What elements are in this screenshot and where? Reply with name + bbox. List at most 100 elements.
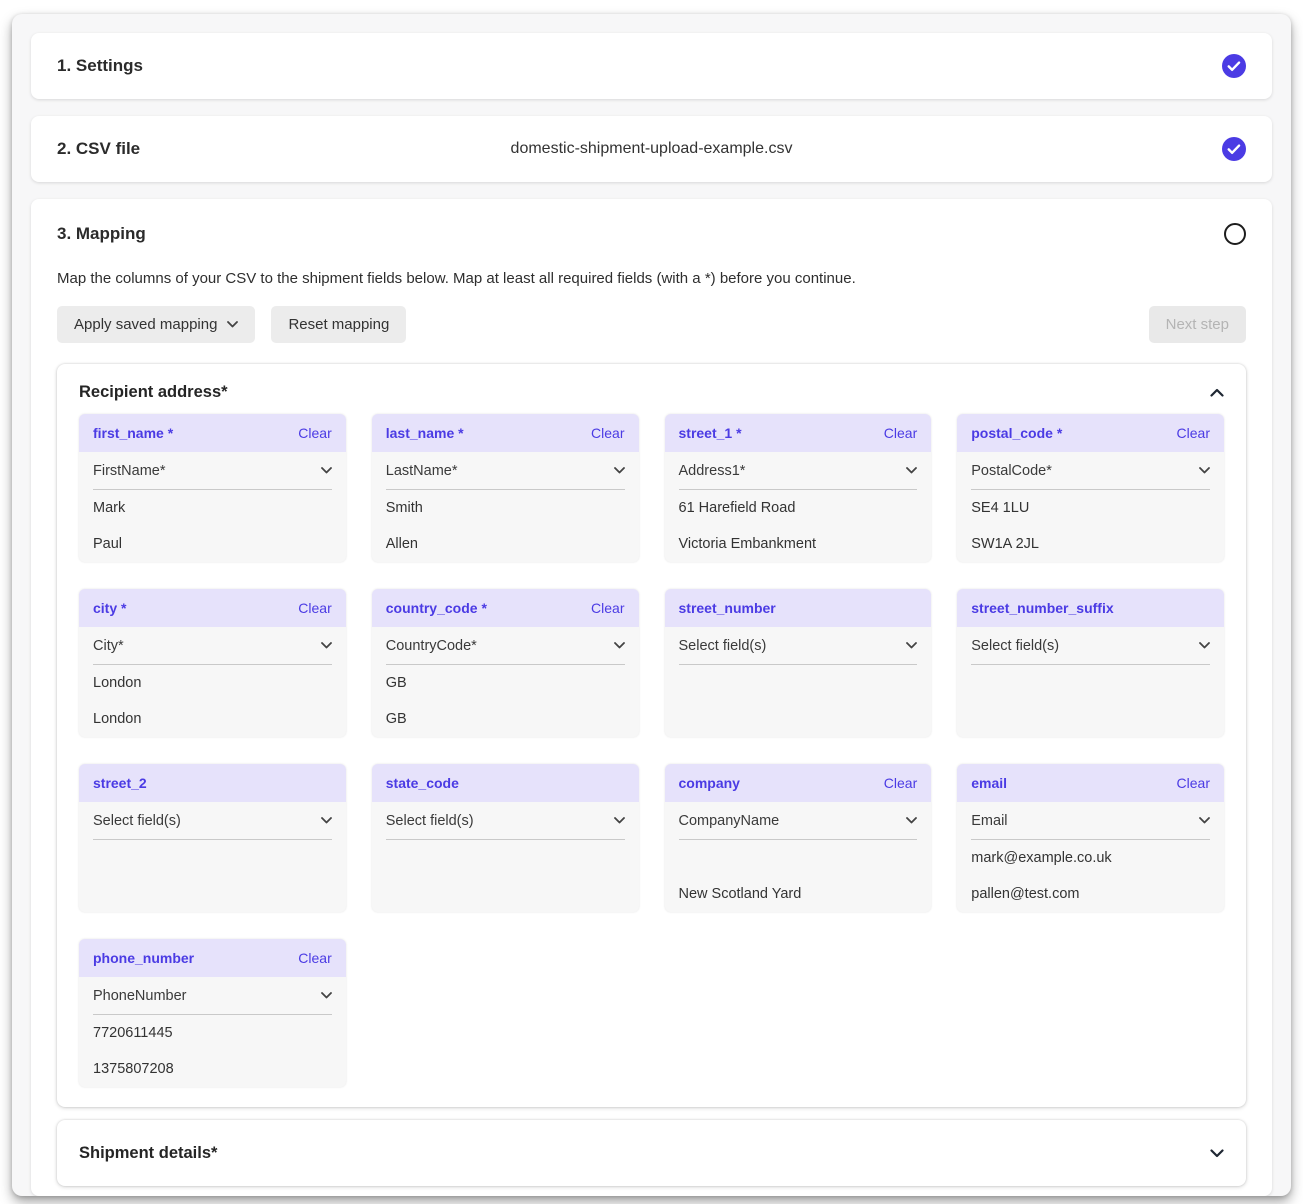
field-card-header: street_number_suffix [957, 589, 1224, 627]
column-select[interactable]: Select field(s) [93, 802, 332, 840]
clear-button[interactable]: Clear [1177, 425, 1210, 441]
mapping-description: Map the columns of your CSV to the shipm… [57, 270, 1246, 287]
shipment-details-header[interactable]: Shipment details* [79, 1141, 1224, 1165]
step-csv-file[interactable]: 2. CSV file domestic-shipment-upload-exa… [31, 116, 1272, 182]
column-select[interactable]: Select field(s) [679, 627, 918, 665]
column-select-value: Select field(s) [386, 813, 474, 829]
sample-value: mark@example.co.uk [971, 840, 1210, 876]
column-select[interactable]: Address1* [679, 452, 918, 490]
field-card-header: company Clear [665, 764, 932, 802]
sample-value: Allen [386, 526, 625, 562]
chevron-down-icon [321, 817, 332, 824]
column-select-value: Address1* [679, 463, 746, 479]
next-step-button[interactable]: Next step [1149, 306, 1246, 343]
sample-value: Victoria Embankment [679, 526, 918, 562]
column-select[interactable]: Email [971, 802, 1210, 840]
column-select-value: PhoneNumber [93, 988, 187, 1004]
shipment-details-title: Shipment details* [79, 1144, 217, 1163]
column-select[interactable]: CompanyName [679, 802, 918, 840]
recipient-address-title: Recipient address* [79, 383, 228, 402]
chevron-down-icon [906, 642, 917, 649]
column-select-value: CountryCode* [386, 638, 477, 654]
chevron-down-icon[interactable] [1210, 1149, 1224, 1158]
column-select[interactable]: FirstName* [93, 452, 332, 490]
field-label: street_number [679, 600, 776, 616]
apply-saved-mapping-button[interactable]: Apply saved mapping [57, 306, 255, 343]
clear-button[interactable]: Clear [298, 425, 331, 441]
column-select[interactable]: CountryCode* [386, 627, 625, 665]
column-select-value: Email [971, 813, 1007, 829]
sample-value: Mark [93, 490, 332, 526]
sample-value: London [93, 701, 332, 737]
field-card: phone_number Clear PhoneNumber 772061144… [79, 939, 346, 1087]
field-card: street_1 * Clear Address1* 61 Harefield … [665, 414, 932, 562]
chevron-down-icon [1199, 817, 1210, 824]
csv-import-wizard: 1. Settings 2. CSV file domestic-shipmen… [12, 14, 1291, 1196]
field-card-body: CompanyName New Scotland Yard [665, 802, 932, 912]
sample-value: SE4 1LU [971, 490, 1210, 526]
field-card: company Clear CompanyName New Scotland Y… [665, 764, 932, 912]
column-select-value: Select field(s) [971, 638, 1059, 654]
sample-value: GB [386, 665, 625, 701]
sample-value: New Scotland Yard [679, 876, 918, 912]
chevron-down-icon [321, 992, 332, 999]
field-card: last_name * Clear LastName* SmithAllen [372, 414, 639, 562]
field-label: street_2 [93, 775, 147, 791]
clear-button[interactable]: Clear [884, 425, 917, 441]
field-card-header: country_code * Clear [372, 589, 639, 627]
reset-mapping-button[interactable]: Reset mapping [271, 306, 406, 343]
field-card-body: Email mark@example.co.ukpallen@test.com [957, 802, 1224, 912]
column-select[interactable]: PostalCode* [971, 452, 1210, 490]
field-card-body: PhoneNumber 77206114451375807208 [79, 977, 346, 1087]
field-card-header: first_name * Clear [79, 414, 346, 452]
step-settings[interactable]: 1. Settings [31, 33, 1272, 99]
mapping-toolbar: Apply saved mapping Reset mapping Next s… [57, 306, 1246, 343]
field-label: company [679, 775, 740, 791]
recipient-address-section: Recipient address* first_name * Clear Fi… [57, 364, 1246, 1107]
field-card-header: postal_code * Clear [957, 414, 1224, 452]
column-select[interactable]: Select field(s) [971, 627, 1210, 665]
column-select-value: Select field(s) [93, 813, 181, 829]
field-card: street_number Select field(s) [665, 589, 932, 737]
clear-button[interactable]: Clear [591, 425, 624, 441]
column-select[interactable]: PhoneNumber [93, 977, 332, 1015]
field-card-body: Address1* 61 Harefield RoadVictoria Emba… [665, 452, 932, 562]
field-card: email Clear Email mark@example.co.ukpall… [957, 764, 1224, 912]
column-select-value: LastName* [386, 463, 458, 479]
field-card-body: PostalCode* SE4 1LUSW1A 2JL [957, 452, 1224, 562]
sample-value: Paul [93, 526, 332, 562]
column-select-value: PostalCode* [971, 463, 1052, 479]
sample-value: 1375807208 [93, 1051, 332, 1087]
sample-value: 7720611445 [93, 1015, 332, 1051]
csv-filename: domestic-shipment-upload-example.csv [511, 140, 793, 158]
field-card: street_number_suffix Select field(s) [957, 589, 1224, 737]
column-select[interactable]: LastName* [386, 452, 625, 490]
clear-button[interactable]: Clear [884, 775, 917, 791]
clear-button[interactable]: Clear [591, 600, 624, 616]
column-select[interactable]: City* [93, 627, 332, 665]
clear-button[interactable]: Clear [298, 950, 331, 966]
field-label: postal_code * [971, 425, 1062, 441]
field-card-header: street_number [665, 589, 932, 627]
field-label: state_code [386, 775, 459, 791]
field-mapping-grid: first_name * Clear FirstName* MarkPaul l… [79, 414, 1224, 1087]
chevron-up-icon[interactable] [1210, 388, 1224, 397]
field-card-body: Select field(s) [79, 802, 346, 840]
recipient-address-header[interactable]: Recipient address* [79, 380, 1224, 404]
field-card-body: City* LondonLondon [79, 627, 346, 737]
field-card-header: last_name * Clear [372, 414, 639, 452]
field-card: first_name * Clear FirstName* MarkPaul [79, 414, 346, 562]
clear-button[interactable]: Clear [298, 600, 331, 616]
sample-value: London [93, 665, 332, 701]
field-label: email [971, 775, 1007, 791]
field-card-body: LastName* SmithAllen [372, 452, 639, 562]
column-select-value: City* [93, 638, 124, 654]
chevron-down-icon [614, 642, 625, 649]
field-label: city * [93, 600, 126, 616]
field-label: first_name * [93, 425, 173, 441]
clear-button[interactable]: Clear [1177, 775, 1210, 791]
column-select[interactable]: Select field(s) [386, 802, 625, 840]
field-label: last_name * [386, 425, 464, 441]
step-mapping: 3. Mapping Map the columns of your CSV t… [31, 199, 1272, 1196]
column-select-value: FirstName* [93, 463, 166, 479]
